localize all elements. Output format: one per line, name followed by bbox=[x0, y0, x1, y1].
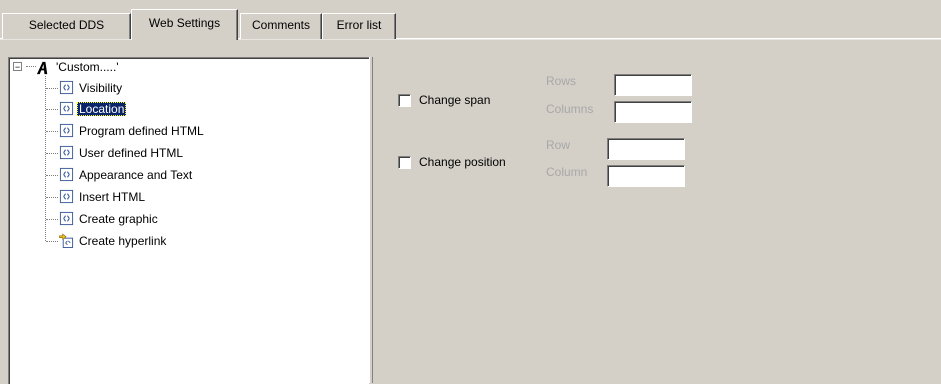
columns-field[interactable] bbox=[614, 101, 692, 123]
change-position-checkbox[interactable] bbox=[398, 156, 411, 169]
column-label: Column bbox=[546, 165, 588, 179]
tab-label: Selected DDS bbox=[28, 18, 105, 32]
change-span-checkbox[interactable] bbox=[398, 94, 411, 107]
tree-item-visibility[interactable]: Visibility bbox=[59, 80, 124, 98]
collapse-toggle[interactable]: − bbox=[13, 62, 22, 72]
tab-error-list[interactable]: Error list bbox=[322, 13, 396, 39]
settings-tree[interactable]: − 'Custom.....' Visibility Location Prog… bbox=[8, 57, 369, 384]
tree-item-label: User defined HTML bbox=[79, 146, 184, 160]
tree-item-label: Insert HTML bbox=[79, 190, 146, 204]
tree-line bbox=[26, 66, 36, 67]
tab-label: Comments bbox=[251, 18, 310, 32]
columns-label: Columns bbox=[546, 102, 594, 116]
tree-item-label: Visibility bbox=[79, 81, 123, 95]
web-element-icon bbox=[59, 189, 74, 204]
tab-selected-dds[interactable]: Selected DDS bbox=[2, 13, 131, 39]
bold-a-icon bbox=[36, 61, 48, 75]
tab-web-settings[interactable]: Web Settings bbox=[131, 9, 238, 40]
pane-splitter[interactable] bbox=[369, 57, 373, 383]
change-span-label: Change span bbox=[419, 93, 491, 107]
tree-root[interactable]: 'Custom.....' bbox=[36, 59, 121, 77]
tree-line bbox=[46, 88, 58, 89]
tree-item-program-defined-html[interactable]: Program defined HTML bbox=[59, 123, 206, 141]
tab-label: Web Settings bbox=[148, 16, 221, 30]
row-label: Row bbox=[546, 138, 571, 152]
tree-item-insert-html[interactable]: Insert HTML bbox=[59, 189, 147, 207]
tab-strip: Selected DDS Web Settings Comments Error… bbox=[0, 0, 941, 40]
tree-line bbox=[46, 131, 58, 132]
column-field[interactable] bbox=[607, 165, 685, 187]
tab-comments[interactable]: Comments bbox=[240, 13, 322, 39]
web-element-icon bbox=[59, 167, 74, 182]
tree-line bbox=[46, 197, 58, 198]
web-element-icon bbox=[59, 145, 74, 160]
rows-field[interactable] bbox=[614, 74, 692, 96]
tree-line bbox=[46, 175, 58, 176]
tree-item-label: Program defined HTML bbox=[79, 124, 204, 138]
tree-item-location[interactable]: Location bbox=[59, 101, 127, 119]
web-element-icon bbox=[59, 123, 74, 138]
tree-item-user-defined-html[interactable]: User defined HTML bbox=[59, 145, 185, 163]
tree-item-appearance-and-text[interactable]: Appearance and Text bbox=[59, 167, 194, 185]
tree-item-label: Location bbox=[77, 102, 127, 116]
tree-line bbox=[46, 219, 58, 220]
tree-line bbox=[45, 76, 46, 241]
tree-line bbox=[46, 109, 58, 110]
tree-item-create-hyperlink[interactable]: Create hyperlink bbox=[59, 233, 168, 251]
tab-label: Error list bbox=[336, 18, 382, 32]
change-position-label: Change position bbox=[419, 155, 506, 169]
web-element-icon bbox=[59, 101, 74, 116]
tree-item-label: Appearance and Text bbox=[79, 168, 193, 182]
hyperlink-arrow-icon bbox=[59, 233, 74, 248]
tree-line bbox=[46, 153, 58, 154]
tree-item-label: Create hyperlink bbox=[79, 234, 167, 248]
rows-label: Rows bbox=[546, 74, 577, 88]
tree-root-label: 'Custom.....' bbox=[56, 60, 119, 74]
tree-line bbox=[46, 241, 58, 242]
web-element-icon bbox=[59, 80, 74, 95]
tree-item-create-graphic[interactable]: Create graphic bbox=[59, 211, 160, 229]
row-field[interactable] bbox=[607, 138, 685, 160]
tree-item-label: Create graphic bbox=[79, 212, 158, 226]
web-element-icon bbox=[59, 211, 74, 226]
